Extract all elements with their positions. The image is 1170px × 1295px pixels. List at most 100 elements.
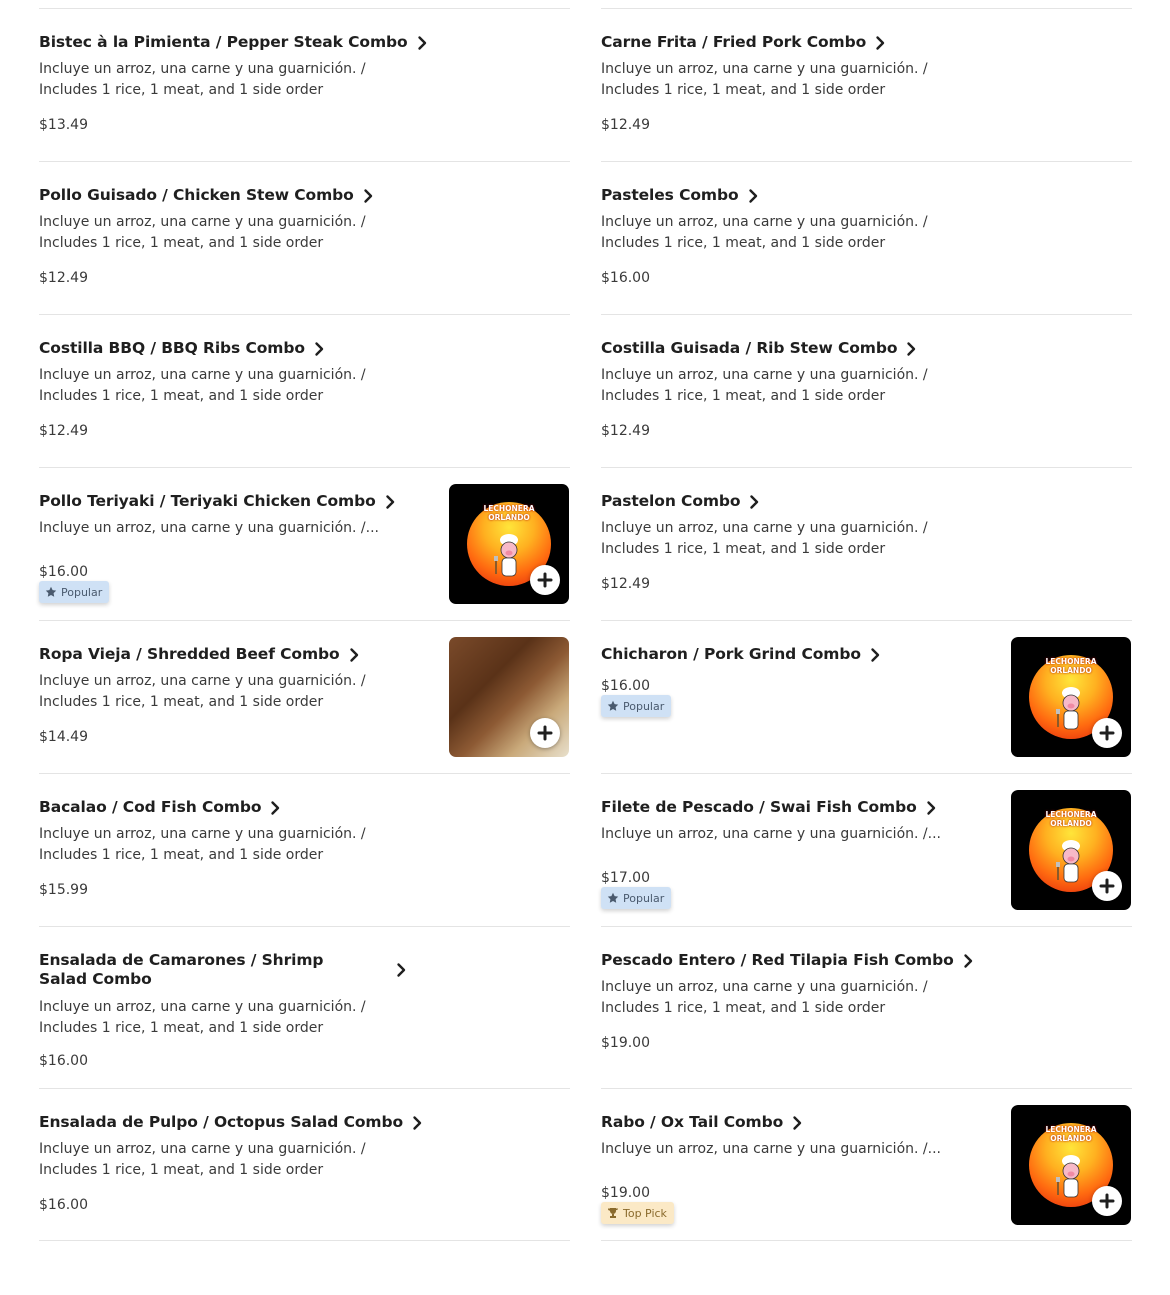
popular-badge: Popular bbox=[39, 581, 110, 603]
menu-item-title-row[interactable]: Pescado Entero / Red Tilapia Fish Combo bbox=[601, 951, 976, 970]
plus-icon bbox=[1099, 725, 1115, 741]
menu-item-image[interactable]: LECHONERA ORLANDO bbox=[449, 484, 569, 604]
menu-item-title-row[interactable]: Bacalao / Cod Fish Combo bbox=[39, 798, 283, 817]
menu-item[interactable]: Rabo / Ox Tail Combo Incluye un arroz, un… bbox=[601, 1088, 1132, 1241]
menu-item-price: $13.49 bbox=[39, 117, 88, 133]
menu-item[interactable]: Pasteles Combo Incluye un arroz, una carn… bbox=[601, 161, 1132, 314]
menu-item-title: Costilla Guisada / Rib Stew Combo bbox=[601, 339, 898, 357]
menu-item-title-row[interactable]: Pollo Guisado / Chicken Stew Combo bbox=[39, 186, 376, 205]
menu-item-title: Chicharon / Pork Grind Combo bbox=[601, 645, 861, 663]
menu-item[interactable]: Filete de Pescado / Swai Fish Combo Inclu… bbox=[601, 773, 1132, 926]
add-to-cart-button[interactable] bbox=[1092, 718, 1122, 748]
menu-item-title-row[interactable]: Ensalada de Camarones / Shrimp Salad Com… bbox=[39, 951, 409, 989]
menu-item-title: Pasteles Combo bbox=[601, 186, 739, 204]
menu-item-price: $16.00 bbox=[39, 564, 88, 580]
plus-icon bbox=[537, 572, 553, 588]
menu-item[interactable]: Pollo Guisado / Chicken Stew Combo Incluy… bbox=[39, 161, 570, 314]
chevron-right-icon bbox=[311, 341, 327, 357]
menu-item-title-row[interactable]: Chicharon / Pork Grind Combo bbox=[601, 645, 883, 664]
star-icon bbox=[45, 586, 57, 598]
menu-item-price: $17.00 bbox=[601, 870, 650, 886]
menu-item-price: $19.00 bbox=[601, 1185, 650, 1201]
menu-item-title: Costilla BBQ / BBQ Ribs Combo bbox=[39, 339, 305, 357]
menu-column-right: Carne Frita / Fried Pork Combo Incluye un… bbox=[601, 8, 1132, 1241]
menu-item-title: Pescado Entero / Red Tilapia Fish Combo bbox=[601, 951, 954, 969]
menu-item[interactable]: Bacalao / Cod Fish Combo Incluye un arroz… bbox=[39, 773, 570, 926]
menu-item[interactable]: Chicharon / Pork Grind Combo $16.00 Popula… bbox=[601, 620, 1132, 773]
chevron-right-icon bbox=[745, 188, 761, 204]
add-to-cart-button[interactable] bbox=[530, 565, 560, 595]
menu-item-title: Ensalada de Camarones / Shrimp Salad Com… bbox=[39, 951, 324, 988]
menu-item-image[interactable]: LECHONERA ORLANDO bbox=[1011, 1105, 1131, 1225]
menu-item-image[interactable] bbox=[449, 637, 569, 757]
menu-item-title-row[interactable]: Carne Frita / Fried Pork Combo bbox=[601, 33, 888, 52]
menu-item-description: Incluye un arroz, una carne y una guarni… bbox=[39, 520, 379, 536]
menu-item-image[interactable]: LECHONERA ORLANDO bbox=[1011, 790, 1131, 910]
menu-item-price: $15.99 bbox=[39, 882, 88, 898]
menu-item[interactable]: Pescado Entero / Red Tilapia Fish Combo I… bbox=[601, 926, 1132, 1088]
chevron-right-icon bbox=[382, 494, 398, 510]
chevron-right-icon bbox=[409, 1115, 425, 1131]
menu-item-price: $12.49 bbox=[601, 576, 650, 592]
chevron-right-icon bbox=[267, 800, 283, 816]
add-to-cart-button[interactable] bbox=[1092, 1186, 1122, 1216]
menu-item-title: Bistec à la Pimienta / Pepper Steak Comb… bbox=[39, 33, 408, 51]
menu-item-price: $12.49 bbox=[601, 117, 650, 133]
menu-item-title: Pastelon Combo bbox=[601, 492, 741, 510]
menu-item-price: $16.00 bbox=[39, 1053, 88, 1069]
menu-item-description: Incluye un arroz, una carne y una guarni… bbox=[601, 979, 928, 1016]
menu-item-title-row[interactable]: Costilla Guisada / Rib Stew Combo bbox=[601, 339, 919, 358]
menu-item-description: Incluye un arroz, una carne y una guarni… bbox=[601, 367, 928, 404]
menu-item-description: Incluye un arroz, una carne y una guarni… bbox=[39, 61, 366, 98]
menu-item-title-row[interactable]: Pasteles Combo bbox=[601, 186, 761, 205]
menu-item-image[interactable]: LECHONERA ORLANDO bbox=[1011, 637, 1131, 757]
chevron-right-icon bbox=[923, 800, 939, 816]
menu-item-price: $16.00 bbox=[601, 678, 650, 694]
menu-item-description: Incluye un arroz, una carne y una guarni… bbox=[601, 826, 941, 842]
menu-item[interactable]: Ensalada de Pulpo / Octopus Salad Combo I… bbox=[39, 1088, 570, 1241]
badge-label: Top Pick bbox=[623, 1206, 667, 1220]
menu-item[interactable]: Ropa Vieja / Shredded Beef Combo Incluye … bbox=[39, 620, 570, 773]
menu-item-price: $19.00 bbox=[601, 1035, 650, 1051]
menu-item-description: Incluye un arroz, una carne y una guarni… bbox=[39, 1141, 366, 1178]
menu-item-title-row[interactable]: Ensalada de Pulpo / Octopus Salad Combo bbox=[39, 1113, 425, 1132]
chevron-right-icon bbox=[903, 341, 919, 357]
menu-item[interactable]: Costilla BBQ / BBQ Ribs Combo Incluye un … bbox=[39, 314, 570, 467]
menu-item[interactable]: Carne Frita / Fried Pork Combo Incluye un… bbox=[601, 8, 1132, 161]
menu-item-price: $12.49 bbox=[601, 423, 650, 439]
logo-text: LECHONERA ORLANDO bbox=[1045, 1125, 1097, 1143]
menu-item-price: $16.00 bbox=[39, 1197, 88, 1213]
plus-icon bbox=[1099, 878, 1115, 894]
pig-chef-icon bbox=[1055, 685, 1087, 739]
chevron-right-icon bbox=[393, 962, 409, 978]
menu-item-description: Incluye un arroz, una carne y una guarni… bbox=[39, 367, 366, 404]
add-to-cart-button[interactable] bbox=[1092, 871, 1122, 901]
menu-item-description: Incluye un arroz, una carne y una guarni… bbox=[601, 520, 928, 557]
chevron-right-icon bbox=[789, 1115, 805, 1131]
star-icon bbox=[607, 892, 619, 904]
menu-item-title-row[interactable]: Filete de Pescado / Swai Fish Combo bbox=[601, 798, 939, 817]
logo-text: LECHONERA ORLANDO bbox=[1045, 657, 1097, 675]
menu-item-title: Rabo / Ox Tail Combo bbox=[601, 1113, 784, 1131]
menu-item-title-row[interactable]: Ropa Vieja / Shredded Beef Combo bbox=[39, 645, 362, 664]
menu-item-title-row[interactable]: Pastelon Combo bbox=[601, 492, 762, 511]
menu-item-title: Pollo Teriyaki / Teriyaki Chicken Combo bbox=[39, 492, 376, 510]
chevron-right-icon bbox=[346, 647, 362, 663]
menu-item[interactable]: Costilla Guisada / Rib Stew Combo Incluye… bbox=[601, 314, 1132, 467]
menu-item-title: Pollo Guisado / Chicken Stew Combo bbox=[39, 186, 354, 204]
menu-item-title-row[interactable]: Bistec à la Pimienta / Pepper Steak Comb… bbox=[39, 33, 430, 52]
menu-item-title: Filete de Pescado / Swai Fish Combo bbox=[601, 798, 917, 816]
menu-item[interactable]: Pollo Teriyaki / Teriyaki Chicken Combo I… bbox=[39, 467, 570, 620]
menu-item[interactable]: Bistec à la Pimienta / Pepper Steak Comb… bbox=[39, 8, 570, 161]
badge-label: Popular bbox=[623, 699, 665, 713]
star-icon bbox=[607, 700, 619, 712]
menu-item-title-row[interactable]: Rabo / Ox Tail Combo bbox=[601, 1113, 805, 1132]
top-pick-badge: Top Pick bbox=[601, 1202, 674, 1224]
menu-item-title-row[interactable]: Costilla BBQ / BBQ Ribs Combo bbox=[39, 339, 327, 358]
menu-item[interactable]: Ensalada de Camarones / Shrimp Salad Com… bbox=[39, 926, 570, 1088]
menu-item-title-row[interactable]: Pollo Teriyaki / Teriyaki Chicken Combo bbox=[39, 492, 398, 511]
menu-item[interactable]: Pastelon Combo Incluye un arroz, una carn… bbox=[601, 467, 1132, 620]
chevron-right-icon bbox=[360, 188, 376, 204]
add-to-cart-button[interactable] bbox=[530, 718, 560, 748]
chevron-right-icon bbox=[867, 647, 883, 663]
